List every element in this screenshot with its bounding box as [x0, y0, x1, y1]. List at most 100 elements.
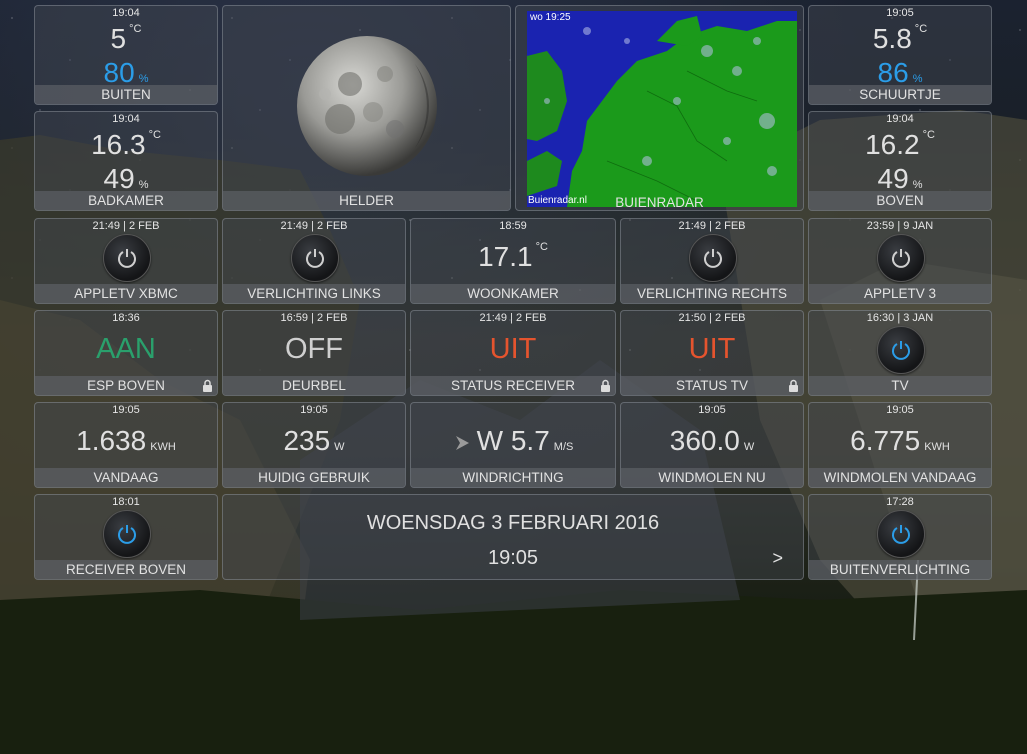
tile-label: STATUS RECEIVER: [411, 376, 615, 395]
power-button[interactable]: [877, 510, 925, 558]
power-icon: [118, 525, 136, 544]
tile-time: 19:04: [112, 113, 140, 125]
temperature-value: 17.1: [478, 241, 533, 272]
next-page-button[interactable]: >: [772, 548, 783, 569]
tile-label: TV: [809, 376, 991, 395]
power-button[interactable]: [103, 234, 151, 282]
tile-time: 19:04: [112, 7, 140, 19]
tile-vandaag: 19:05 1.638 KWH VANDAAG: [34, 402, 218, 488]
humidity-unit: %: [912, 73, 923, 85]
power-icon: [892, 341, 910, 360]
tile-label: SCHUURTJE: [809, 85, 991, 104]
tile-appletv-xbmc[interactable]: 21:49 | 2 FEB APPLETV XBMC: [34, 218, 218, 304]
power-button[interactable]: [689, 234, 737, 282]
tile-label: STATUS TV: [621, 376, 803, 395]
power-button[interactable]: [877, 234, 925, 282]
humidity-value: 80: [103, 57, 135, 88]
wind-value: W 5.7: [476, 425, 550, 456]
tile-time: 21:49 | 2 FEB: [92, 220, 160, 232]
tile-deurbel[interactable]: 16:59 | 2 FEB OFF DEURBEL: [222, 310, 406, 396]
tile-verlichting-links[interactable]: 21:49 | 2 FEB VERLICHTING LINKS: [222, 218, 406, 304]
humidity-value: 49: [103, 163, 135, 194]
tile-time: 21:49 | 2 FEB: [479, 312, 547, 324]
tile-label: WINDMOLEN VANDAAG: [809, 468, 991, 487]
tile-tv[interactable]: 16:30 | 3 JAN TV: [808, 310, 992, 396]
current-date: WOENSDAG 3 FEBRUARI 2016: [366, 512, 660, 534]
power-button[interactable]: [103, 510, 151, 558]
temperature-value: 16.2: [865, 129, 920, 160]
tile-label: VERLICHTING RECHTS: [621, 284, 803, 303]
energy-unit: KWH: [924, 441, 950, 453]
tile-time: 19:05: [300, 404, 328, 416]
tile-label: HELDER: [223, 191, 510, 210]
tile-time: 21:49 | 2 FEB: [280, 220, 348, 232]
tile-time: 21:50 | 2 FEB: [678, 312, 746, 324]
switch-state: UIT: [489, 333, 537, 365]
lock-icon: [789, 379, 798, 392]
moon-icon: [297, 36, 437, 176]
tile-time: 17:28: [886, 496, 914, 508]
tile-time: 18:01: [112, 496, 140, 508]
temperature-value: 16.3: [91, 129, 146, 160]
temperature-unit: °C: [914, 23, 928, 35]
switch-state: UIT: [688, 333, 736, 365]
switch-state: OFF: [285, 333, 343, 365]
tile-badkamer: 19:04 16.3 °C 49% BADKAMER: [34, 111, 218, 211]
power-icon: [892, 249, 910, 268]
tile-time: 18:36: [112, 312, 140, 324]
tile-label: APPLETV XBMC: [35, 284, 217, 303]
tile-esp-boven[interactable]: 18:36 AAN ESP BOVEN: [34, 310, 218, 396]
tile-receiver-boven[interactable]: 18:01 RECEIVER BOVEN: [34, 494, 218, 580]
wind-direction-arrow-icon: [455, 435, 469, 450]
tile-verlichting-rechts[interactable]: 21:49 | 2 FEB VERLICHTING RECHTS: [620, 218, 804, 304]
tile-time: 19:04: [886, 113, 914, 125]
power-icon: [118, 249, 136, 268]
temperature-unit: °C: [148, 129, 161, 141]
tile-woonkamer: 18:59 17.1 °C WOONKAMER: [410, 218, 616, 304]
tile-time: 19:05: [886, 7, 914, 19]
energy-value: 6.775: [850, 425, 921, 456]
tile-status-tv[interactable]: 21:50 | 2 FEB UIT STATUS TV: [620, 310, 804, 396]
humidity-unit: %: [912, 179, 923, 191]
tile-label: BUIENRADAR: [615, 195, 704, 210]
temperature-unit: °C: [922, 129, 935, 141]
tile-label: BOVEN: [809, 191, 991, 210]
tile-label: HUIDIG GEBRUIK: [223, 468, 405, 487]
tile-label: APPLETV 3: [809, 284, 991, 303]
tile-appletv3[interactable]: 23:59 | 9 JAN APPLETV 3: [808, 218, 992, 304]
lock-icon: [203, 379, 212, 392]
tile-time: 19:05: [112, 404, 140, 416]
temperature-unit: °C: [535, 241, 548, 253]
tile-label: BUITEN: [35, 85, 217, 104]
tile-windrichting: W 5.7 M/S WINDRICHTING: [410, 402, 616, 488]
tile-schuurtje: 19:05 5.8 °C 86% SCHUURTJE: [808, 5, 992, 105]
rain-radar-map: [527, 11, 797, 207]
tile-label: VANDAAG: [35, 468, 217, 487]
tile-huidig-gebruik: 19:05 235 W HUIDIG GEBRUIK: [222, 402, 406, 488]
wind-unit: M/S: [553, 441, 574, 453]
tile-label: RECEIVER BOVEN: [35, 560, 217, 579]
power-value: 360.0: [669, 425, 740, 456]
power-unit: W: [743, 441, 755, 453]
humidity-unit: %: [138, 179, 149, 191]
tile-windmolen-vandaag: 19:05 6.775 KWH WINDMOLEN VANDAAG: [808, 402, 992, 488]
humidity-value: 49: [877, 163, 909, 194]
tile-time: 18:59: [499, 220, 527, 232]
temperature-value: 5: [110, 23, 127, 54]
power-button[interactable]: [291, 234, 339, 282]
tile-label: BADKAMER: [35, 191, 217, 210]
power-unit: W: [334, 441, 345, 453]
tile-time: 21:49 | 2 FEB: [678, 220, 746, 232]
power-icon: [704, 249, 722, 268]
switch-state: AAN: [96, 333, 156, 365]
tile-status-receiver[interactable]: 21:49 | 2 FEB UIT STATUS RECEIVER: [410, 310, 616, 396]
energy-value: 1.638: [76, 425, 147, 456]
power-button[interactable]: [877, 326, 925, 374]
power-icon: [892, 525, 910, 544]
tile-buienradar[interactable]: wo 19:25 Buienradar.nl BUIENRADAR: [515, 5, 804, 211]
tile-buitenverlichting[interactable]: 17:28 BUITENVERLICHTING: [808, 494, 992, 580]
tile-windmolen-nu: 19:05 360.0 W WINDMOLEN NU: [620, 402, 804, 488]
temperature-value: 5.8: [872, 23, 912, 54]
tile-buiten: 19:04 5 °C 80% BUITEN: [34, 5, 218, 105]
tile-datetime: WOENSDAG 3 FEBRUARI 2016 19:05 >: [222, 494, 804, 580]
